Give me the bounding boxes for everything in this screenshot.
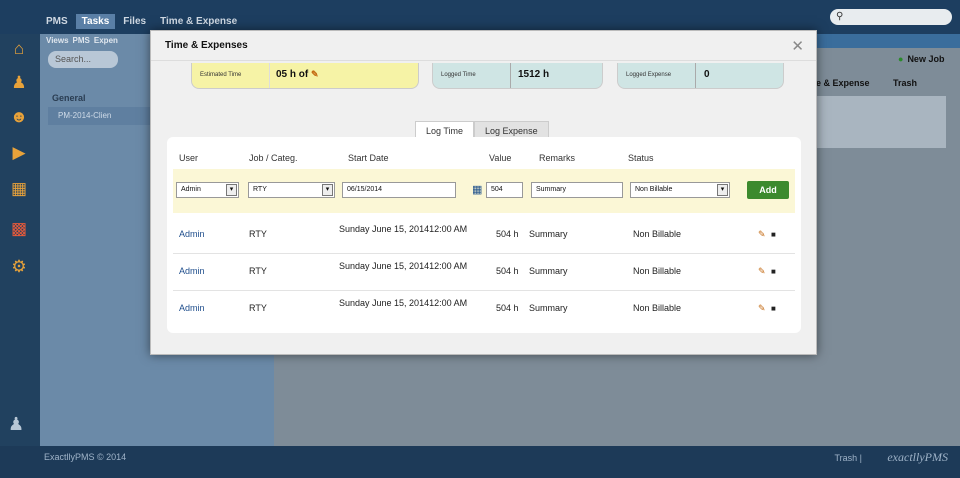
logged-expense-value: 0 xyxy=(704,69,710,80)
table-row: Admin RTY Sunday June 15, 201412:00 AM 5… xyxy=(173,254,795,291)
user-select-value: Admin xyxy=(181,186,201,193)
chevron-down-icon: ▾ xyxy=(322,184,333,196)
row-user[interactable]: Admin xyxy=(179,303,205,313)
top-nav: PMS Tasks Files Time & Expense xyxy=(40,14,243,29)
search-input[interactable]: Search... xyxy=(48,51,118,68)
edit-icon[interactable]: ✎ xyxy=(758,229,766,240)
left-sidebar: ⌂ ♟ ☻ ▶ ▦ ▩ ⚙ xyxy=(0,34,40,478)
row-job: RTY xyxy=(249,229,267,239)
table-row: Admin RTY Sunday June 15, 201412:00 AM 5… xyxy=(173,291,795,328)
row-date: Sunday June 15, 201412:00 AM xyxy=(339,224,468,234)
column-header-user: User xyxy=(179,153,199,163)
estimated-time-stat: Estimated Time 05 h of ✎ xyxy=(191,63,419,89)
top-nav-time-expense[interactable]: Time & Expense xyxy=(154,14,243,29)
search-icon: ⚲ xyxy=(836,11,844,22)
chevron-down-icon: ▾ xyxy=(717,184,728,196)
start-date-input[interactable]: 06/15/2014 xyxy=(342,182,456,198)
new-job-button[interactable]: ● New Job xyxy=(898,54,944,64)
logged-time-label: Logged Time xyxy=(433,63,511,88)
calendar-icon[interactable]: ▩ xyxy=(8,218,30,240)
column-header-remarks: Remarks xyxy=(539,153,576,163)
row-value: 504 h xyxy=(496,229,519,239)
row-status: Non Billable xyxy=(633,229,682,239)
estimated-time-label: Estimated Time xyxy=(192,63,270,88)
user-select[interactable]: Admin ▾ xyxy=(176,182,239,198)
modal-header: Time & Expenses ✕ xyxy=(151,31,816,61)
users-icon[interactable]: ♟ xyxy=(8,72,30,94)
sub-nav: Views PMS Expen xyxy=(46,36,118,45)
footer-brand-logo: exactllyPMS xyxy=(887,450,948,464)
trash-tab[interactable]: Trash xyxy=(893,78,917,88)
group-title: General xyxy=(52,93,86,103)
trash-icon[interactable]: ■ xyxy=(771,230,776,239)
remarks-input[interactable]: Summary xyxy=(531,182,623,198)
home-icon[interactable]: ⌂ xyxy=(8,38,30,60)
logged-expense-label: Logged Expense xyxy=(618,63,696,88)
top-nav-tasks[interactable]: Tasks xyxy=(75,14,116,29)
calendar-picker-icon[interactable]: ▦ xyxy=(472,183,482,196)
row-status: Non Billable xyxy=(633,266,682,276)
modal-tabs: Log Time Log Expense xyxy=(415,121,549,138)
estimated-time-value: 05 h of xyxy=(276,69,309,80)
logged-expense-stat: Logged Expense 0 xyxy=(617,63,784,89)
edit-icon[interactable]: ✎ xyxy=(758,266,766,277)
sub-nav-expen[interactable]: Expen xyxy=(94,36,118,45)
row-remarks: Summary xyxy=(529,229,568,239)
row-user[interactable]: Admin xyxy=(179,229,205,239)
footer-copyright: ExactllyPMS © 2014 xyxy=(44,452,127,462)
footer-trash-link[interactable]: Trash | xyxy=(834,453,862,463)
column-header-job: Job / Categ. xyxy=(249,153,298,163)
expense-tab[interactable]: e & Expense xyxy=(816,78,870,88)
tab-log-time[interactable]: Log Time xyxy=(415,121,475,138)
top-nav-pms[interactable]: PMS xyxy=(40,14,74,29)
plus-icon: ● xyxy=(898,54,904,64)
sub-nav-views[interactable]: Views xyxy=(46,36,69,45)
modal-title: Time & Expenses xyxy=(165,40,248,51)
new-job-label: New Job xyxy=(907,54,945,64)
column-header-status: Status xyxy=(628,153,654,163)
time-log-table: User Job / Categ. Start Date Value Remar… xyxy=(167,137,801,333)
column-header-start-date: Start Date xyxy=(348,153,389,163)
trash-icon[interactable]: ■ xyxy=(771,267,776,276)
logged-time-value: 1512 h xyxy=(518,69,550,80)
time-expenses-modal: Time & Expenses ✕ Estimated Time 05 h of… xyxy=(150,30,817,355)
row-value: 504 h xyxy=(496,303,519,313)
footer xyxy=(0,446,960,478)
row-job: RTY xyxy=(249,266,267,276)
tab-log-expense[interactable]: Log Expense xyxy=(474,121,549,138)
table-row: Admin RTY Sunday June 15, 201412:00 AM 5… xyxy=(173,217,795,254)
profile-icon[interactable]: ♟ xyxy=(8,414,24,435)
logged-time-stat: Logged Time 1512 h xyxy=(432,63,603,89)
pencil-icon[interactable]: ✎ xyxy=(311,69,319,79)
trash-icon[interactable]: ■ xyxy=(771,304,776,313)
user-icon[interactable]: ☻ xyxy=(8,106,30,128)
job-select-value: RTY xyxy=(253,186,267,193)
status-select[interactable]: Non Billable ▾ xyxy=(630,182,730,198)
row-date: Sunday June 15, 201412:00 AM xyxy=(339,261,468,271)
gear-icon[interactable]: ⚙ xyxy=(8,256,30,278)
edit-icon[interactable]: ✎ xyxy=(758,303,766,314)
row-job: RTY xyxy=(249,303,267,313)
column-header-value: Value xyxy=(489,153,512,163)
job-select[interactable]: RTY ▾ xyxy=(248,182,335,198)
chevron-down-icon: ▾ xyxy=(226,184,237,196)
global-search[interactable]: ⚲ xyxy=(830,9,952,25)
add-button[interactable]: Add xyxy=(747,181,789,199)
value-input[interactable]: 504 xyxy=(486,182,523,198)
close-icon[interactable]: ✕ xyxy=(791,37,804,55)
top-nav-files[interactable]: Files xyxy=(117,14,152,29)
row-remarks: Summary xyxy=(529,266,568,276)
row-status: Non Billable xyxy=(633,303,682,313)
status-select-value: Non Billable xyxy=(635,186,673,193)
row-value: 504 h xyxy=(496,266,519,276)
chart-icon[interactable]: ▦ xyxy=(8,178,30,200)
sub-nav-pms[interactable]: PMS xyxy=(73,36,90,45)
row-user[interactable]: Admin xyxy=(179,266,205,276)
row-remarks: Summary xyxy=(529,303,568,313)
row-date: Sunday June 15, 201412:00 AM xyxy=(339,298,468,308)
play-icon[interactable]: ▶ xyxy=(8,142,30,164)
